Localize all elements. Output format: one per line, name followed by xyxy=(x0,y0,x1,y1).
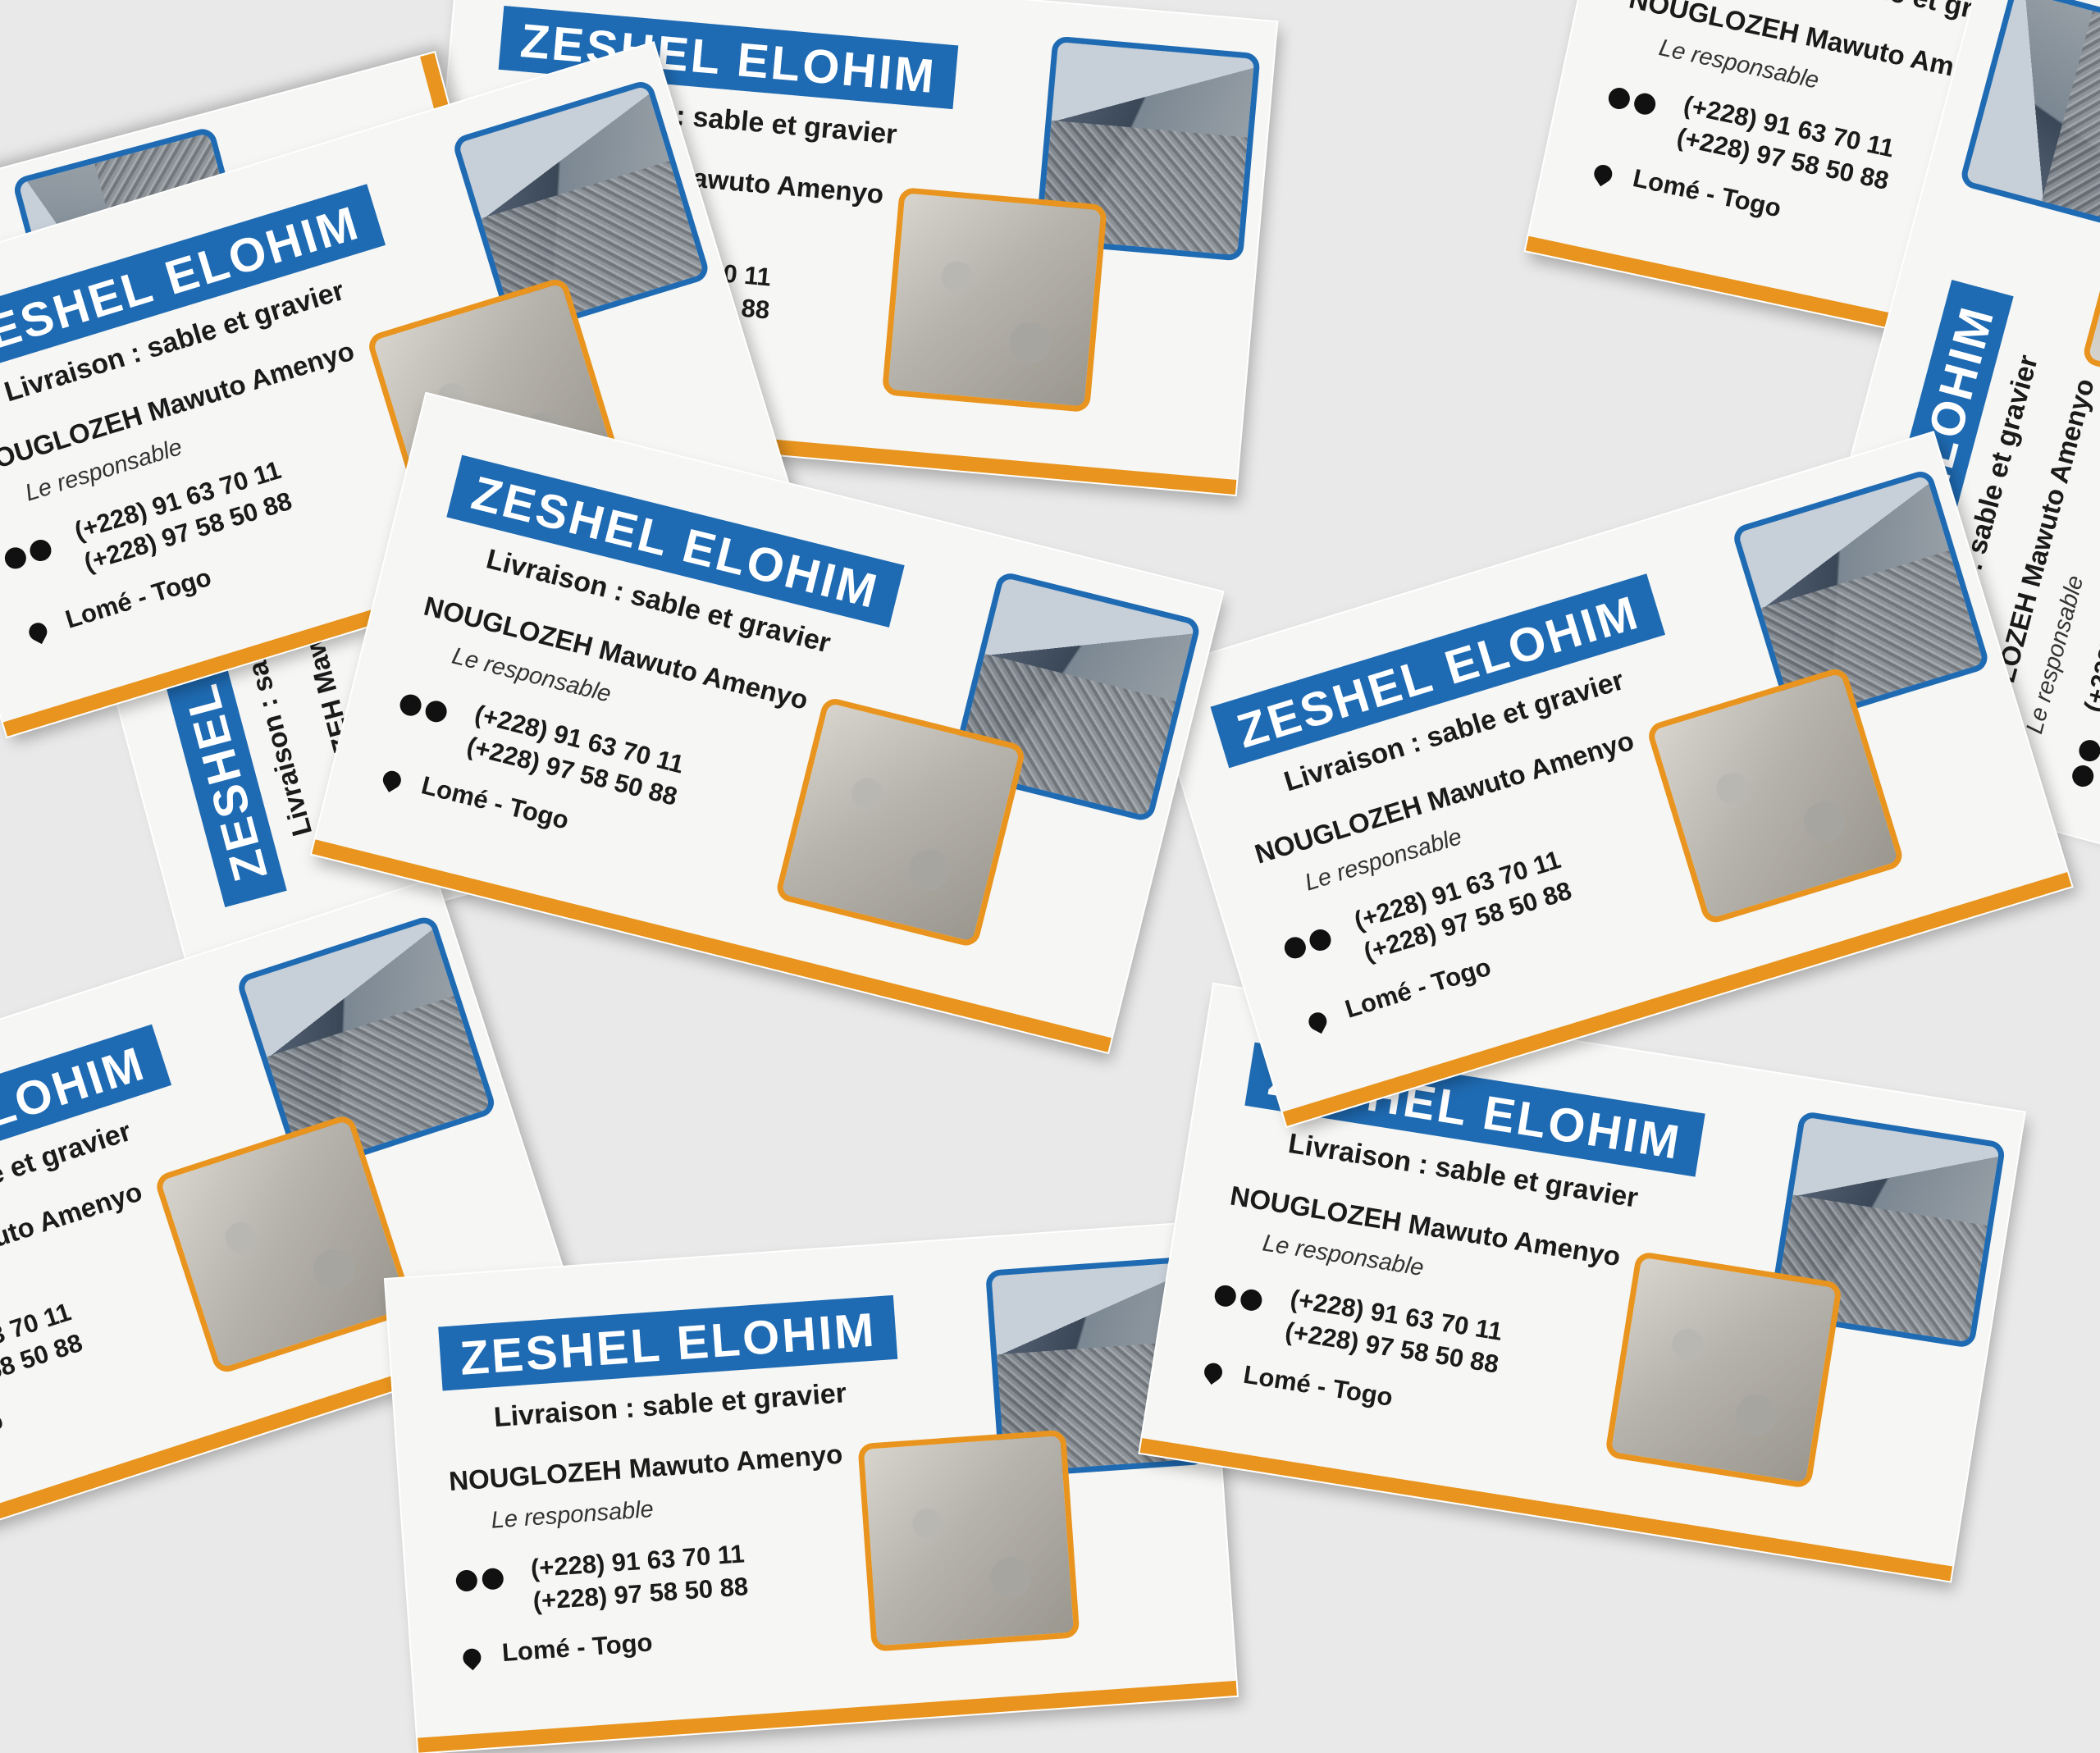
company-tagline: Livraison : sable et gravier xyxy=(492,1377,848,1434)
location-text: Lomé - Togo xyxy=(1241,1359,1395,1413)
contact-role: Le responsable xyxy=(490,1495,655,1534)
location-text: Lomé - Togo xyxy=(62,562,215,634)
location-text: Lomé - Togo xyxy=(0,1405,7,1479)
sand-pile-photo xyxy=(857,1429,1080,1652)
whatsapp-icon xyxy=(27,536,54,564)
sand-pile-photo xyxy=(1604,1250,1843,1490)
whatsapp-icon xyxy=(481,1567,504,1591)
phone-icon xyxy=(2070,763,2097,789)
location-pin-icon xyxy=(1305,1009,1331,1034)
location-text: Lomé - Togo xyxy=(500,1627,654,1668)
location-pin-icon xyxy=(379,767,404,792)
contact-name: NOUGLOZEH Mawuto Amenyo xyxy=(0,1176,146,1326)
phone-icon xyxy=(2,545,30,572)
contact-name: NOUGLOZEH Mawuto Amenyo xyxy=(448,1438,844,1497)
location-text: Lomé - Togo xyxy=(1630,163,1784,223)
whatsapp-icon xyxy=(1307,926,1334,954)
sand-pile-photo xyxy=(153,1112,416,1376)
location-pin-icon xyxy=(459,1645,485,1671)
phone-icon xyxy=(1212,1283,1238,1308)
location-pin-icon xyxy=(1591,161,1616,187)
whatsapp-icon xyxy=(422,698,450,725)
business-card: ZESHEL ELOHIM Livraison : sable et gravi… xyxy=(1148,432,2072,1126)
location-pin-icon xyxy=(1200,1359,1226,1386)
phone-icon xyxy=(1281,934,1309,961)
phone-icon xyxy=(1606,85,1632,112)
gravel-truck-photo xyxy=(1958,0,2100,239)
company-name: ZESHEL ELOHIM xyxy=(438,1294,898,1391)
location-pin-icon xyxy=(25,619,51,645)
location-text: Lomé - Togo xyxy=(1341,952,1495,1024)
sand-pile-photo xyxy=(881,186,1107,413)
whatsapp-icon xyxy=(2076,737,2100,765)
whatsapp-icon xyxy=(1239,1287,1264,1312)
business-card: ZESHEL ELOHIM Livraison : sable et gravi… xyxy=(386,1222,1237,1753)
phone-icon xyxy=(397,692,424,719)
phone-icon xyxy=(454,1569,478,1592)
whatsapp-icon xyxy=(1632,91,1658,117)
